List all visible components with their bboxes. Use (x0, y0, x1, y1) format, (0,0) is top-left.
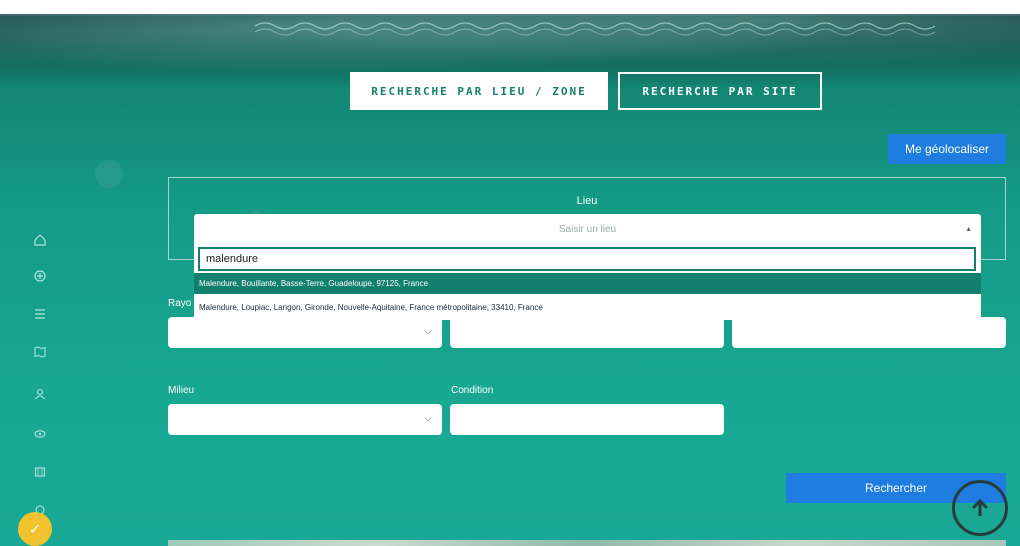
place-select-placeholder: Saisir un lieu (558, 223, 617, 235)
user-icon[interactable] (28, 384, 52, 404)
checkmark-icon[interactable]: ✓ (18, 512, 52, 546)
place-label: Lieu (576, 195, 598, 207)
bubble-decoration (95, 160, 123, 188)
map-icon[interactable] (28, 342, 52, 362)
tab-search-by-site[interactable]: RECHERCHE PAR SITE (618, 72, 822, 110)
place-search-input[interactable] (198, 247, 976, 271)
tertiary-field[interactable] (732, 317, 1006, 348)
milieu-select[interactable]: ⌵ (168, 404, 442, 435)
place-select[interactable]: Saisir un lieu ▲ (194, 214, 981, 244)
scroll-to-top-icon[interactable] (952, 480, 1008, 536)
radius-select[interactable]: ⌵ (168, 317, 442, 348)
map-pin-icon[interactable] (28, 462, 52, 482)
geolocate-button[interactable]: Me géolocaliser (888, 134, 1006, 164)
map-preview-strip (168, 540, 1006, 546)
chevron-down-icon: ⌵ (424, 326, 432, 337)
wave-decoration (255, 22, 935, 36)
radius-label: Rayo (168, 298, 192, 309)
caret-up-icon: ▲ (965, 226, 972, 233)
dropdown-option[interactable]: Malendure, Bouillante, Basse-Terre, Guad… (194, 273, 981, 294)
chevron-down-icon: ⌵ (424, 413, 432, 424)
add-circle-icon[interactable] (28, 266, 52, 286)
milieu-label: Milieu (168, 385, 195, 396)
place-dropdown: Malendure, Bouillante, Basse-Terre, Guad… (194, 244, 981, 320)
condition-select[interactable] (450, 404, 724, 435)
list-icon[interactable] (28, 304, 52, 324)
condition-label: Condition (451, 385, 494, 396)
home-icon[interactable] (28, 230, 52, 250)
secondary-field[interactable] (450, 317, 724, 348)
search-mode-tabs: RECHERCHE PAR LIEU / ZONE RECHERCHE PAR … (350, 72, 822, 110)
dropdown-option[interactable]: Malendure, Loupiac, Langon, Gironde, Nou… (194, 297, 981, 318)
eye-icon[interactable] (28, 424, 52, 444)
tab-search-by-place[interactable]: RECHERCHE PAR LIEU / ZONE (350, 72, 608, 110)
